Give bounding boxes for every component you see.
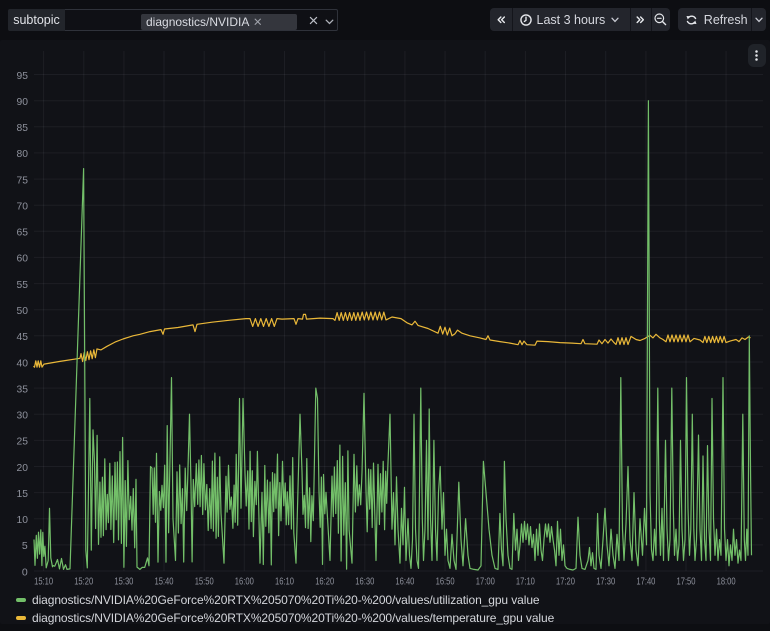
svg-text:17:20: 17:20 (556, 576, 575, 588)
svg-text:55: 55 (17, 279, 29, 291)
svg-text:16:00: 16:00 (235, 576, 254, 588)
svg-text:17:50: 17:50 (677, 576, 696, 588)
svg-text:16:10: 16:10 (275, 576, 294, 588)
svg-text:15:50: 15:50 (195, 576, 214, 588)
svg-text:50: 50 (17, 305, 29, 317)
svg-text:45: 45 (17, 331, 29, 343)
svg-text:30: 30 (17, 410, 29, 422)
svg-text:65: 65 (17, 227, 29, 239)
svg-text:17:40: 17:40 (636, 576, 655, 588)
svg-text:15:40: 15:40 (155, 576, 174, 588)
svg-text:18:00: 18:00 (717, 576, 736, 588)
svg-text:70: 70 (17, 201, 29, 213)
svg-text:5: 5 (22, 540, 28, 552)
svg-text:20: 20 (17, 462, 29, 474)
svg-text:15: 15 (17, 488, 29, 500)
svg-text:25: 25 (17, 436, 29, 448)
svg-text:15:30: 15:30 (114, 576, 133, 588)
svg-text:16:40: 16:40 (395, 576, 414, 588)
svg-text:35: 35 (17, 383, 29, 395)
svg-text:16:50: 16:50 (436, 576, 455, 588)
svg-text:90: 90 (17, 96, 29, 108)
svg-text:10: 10 (17, 514, 29, 526)
svg-text:16:20: 16:20 (315, 576, 334, 588)
svg-text:15:20: 15:20 (74, 576, 93, 588)
svg-text:15:10: 15:10 (34, 576, 53, 588)
svg-text:17:30: 17:30 (596, 576, 615, 588)
svg-text:60: 60 (17, 253, 29, 265)
svg-text:95: 95 (17, 70, 29, 82)
svg-text:40: 40 (17, 357, 29, 369)
svg-text:17:10: 17:10 (516, 576, 535, 588)
svg-text:80: 80 (17, 148, 29, 160)
svg-text:17:00: 17:00 (476, 576, 495, 588)
svg-text:16:30: 16:30 (355, 576, 374, 588)
svg-text:0: 0 (22, 566, 28, 578)
svg-text:85: 85 (17, 122, 29, 134)
svg-text:75: 75 (17, 174, 29, 186)
